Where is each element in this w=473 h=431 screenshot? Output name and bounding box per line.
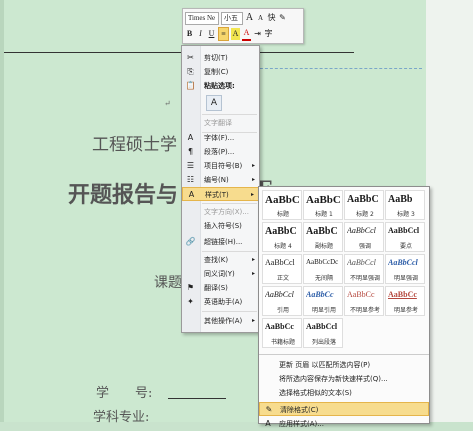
style-cell[interactable]: AaBbCcl 正文 <box>262 254 302 284</box>
menu-item-insert-symbol[interactable]: 插入符号(S) <box>182 219 259 233</box>
submenu-arrow-icon: ▸ <box>251 162 255 169</box>
submenu-arrow-icon: ▸ <box>251 317 255 324</box>
header-boundary <box>250 68 422 69</box>
highlight-button[interactable]: A <box>231 28 240 40</box>
style-cell[interactable]: AaBb 标题 3 <box>385 190 425 220</box>
menu-item-bullets[interactable]: ☰ 项目符号(B) ▸ <box>182 159 259 173</box>
update-heading-style-item[interactable]: 更新 页眉 以匹配所选内容(P) <box>259 358 429 372</box>
doc-title-line[interactable]: 开题报告与 <box>68 177 178 209</box>
doc-subject-label[interactable]: 课题 <box>154 272 182 292</box>
clipboard-icon: 📋 <box>185 81 196 90</box>
bold-button[interactable]: B <box>185 28 194 40</box>
menu-item-copy[interactable]: ⎘ 复制(C) <box>182 65 259 79</box>
menu-item-lookup[interactable]: 查找(K) ▸ <box>182 253 259 267</box>
submenu-arrow-icon: ▸ <box>251 256 255 263</box>
phonetic-guide-button[interactable]: 字 <box>264 28 273 40</box>
styles-icon: A <box>188 190 195 199</box>
numbering-icon: ☷ <box>186 175 195 184</box>
bullets-icon: ☰ <box>186 161 195 170</box>
style-cell[interactable]: AaBbC 标题 4 <box>262 222 302 252</box>
paragraph-icon: ¶ <box>187 147 194 156</box>
menu-item-text-direction: 文字方向(X)... <box>204 208 249 216</box>
scissors-icon: ✂ <box>187 53 194 62</box>
eraser-icon: ✎ <box>265 405 273 414</box>
hyperlink-icon: 🔗 <box>185 237 196 246</box>
menu-item-font[interactable]: A 字体(F)... <box>182 131 259 145</box>
select-similar-text-item[interactable]: 选择格式相似的文本(S) <box>259 386 429 400</box>
menu-item-translate-text: 文字翻译 <box>204 119 232 127</box>
grow-font-button[interactable]: A <box>245 12 254 24</box>
menu-item-translate[interactable]: ⚑ 翻译(S) <box>182 281 259 295</box>
context-menu: ✂ 剪切(T) ⎘ 复制(C) 📋 粘贴选项: A 文字翻译 A 字体(F)... ¶ 段… <box>181 45 260 333</box>
style-cell[interactable]: AaBbCcl 明显强调 <box>385 254 425 284</box>
center-align-button[interactable]: ≡ <box>218 27 229 41</box>
style-cell[interactable]: AaBbCc 不明显参考 <box>344 286 384 316</box>
style-cell[interactable]: AaBbCcl 列出段落 <box>303 318 343 348</box>
submenu-arrow-icon: ▸ <box>250 191 254 198</box>
font-icon: A <box>187 133 194 142</box>
menu-item-english-assistant[interactable]: ✦ 英语助手(A) <box>182 295 259 309</box>
indent-icon[interactable]: ⇥ <box>253 28 262 40</box>
style-cell[interactable]: AaBbC 标题 1 <box>303 190 343 220</box>
menu-item-paragraph[interactable]: ¶ 段落(P)... <box>182 145 259 159</box>
style-cell[interactable]: AaBbC 标题 2 <box>344 190 384 220</box>
translate-icon: ⚑ <box>186 283 195 292</box>
font-color-button[interactable]: A <box>242 27 251 41</box>
font-size-box[interactable]: 小五 <box>221 11 243 25</box>
doc-heading-line1[interactable]: 工程硕士学 <box>92 130 177 155</box>
menu-item-numbering[interactable]: ☷ 编号(N) ▸ <box>182 173 259 187</box>
submenu-arrow-icon: ▸ <box>251 270 255 277</box>
style-cell[interactable]: AaBbCcDc 无间隔 <box>303 254 343 284</box>
menu-separator <box>202 114 257 115</box>
gallery-separator <box>259 354 429 355</box>
format-painter-icon[interactable]: ✎ <box>278 12 287 24</box>
menu-separator <box>202 251 257 252</box>
menu-item-other-actions[interactable]: 其他操作(A) ▸ <box>182 314 259 328</box>
apply-styles-item[interactable]: A 应用样式(A)... <box>259 417 429 431</box>
assistant-icon: ✦ <box>187 297 194 306</box>
style-cell[interactable]: AaBbCcl 引用 <box>262 286 302 316</box>
shrink-font-button[interactable]: A <box>256 12 265 24</box>
mini-toolbar: Times Ne 小五 A A 快 ✎ B I U ≡ A A ⇥ 字 <box>182 8 304 44</box>
italic-button[interactable]: I <box>196 28 205 40</box>
menu-item-hyperlink[interactable]: 🔗 超链接(H)... <box>182 235 259 249</box>
submenu-arrow-icon: ▸ <box>251 176 255 183</box>
paste-keep-text-icon[interactable]: A <box>206 95 222 111</box>
paragraph-mark: ↵ <box>164 99 171 108</box>
style-cell[interactable]: AaBbCc 书籍标题 <box>262 318 302 348</box>
style-cell[interactable]: AaBbCc 明显引用 <box>303 286 343 316</box>
clear-formatting-item[interactable]: ✎ 清除格式(C) <box>259 402 429 416</box>
window-background <box>426 0 473 422</box>
field-underline <box>168 398 226 399</box>
mini-toolbar-row-font: Times Ne 小五 A A 快 ✎ <box>185 11 287 25</box>
mini-toolbar-row-format: B I U ≡ A A ⇥ 字 <box>185 27 273 41</box>
menu-separator <box>202 203 257 204</box>
header-rule <box>4 52 354 53</box>
menu-item-styles[interactable]: A 样式(T) ▸ <box>182 187 259 201</box>
styles-submenu: AaBbC 标题 AaBbC 标题 1 AaBbC 标题 2 AaBb 标题 3 AaB… <box>258 186 430 428</box>
style-cell[interactable]: AaBbCcl 不明显强调 <box>344 254 384 284</box>
style-cell[interactable]: AaBbC 标题 <box>262 190 302 220</box>
clear-format-button[interactable]: 快 <box>267 12 276 24</box>
style-cell[interactable]: AaBbC 副标题 <box>303 222 343 252</box>
menu-item-synonyms[interactable]: 同义词(Y) ▸ <box>182 267 259 281</box>
style-cell[interactable]: AaBbCcl 强调 <box>344 222 384 252</box>
style-cell[interactable]: AaBbCcl 要点 <box>385 222 425 252</box>
underline-button[interactable]: U <box>207 28 216 40</box>
menu-separator <box>202 311 257 312</box>
menu-item-cut[interactable]: ✂ 剪切(T) <box>182 51 259 65</box>
style-cell[interactable]: AaBbCc 明显参考 <box>385 286 425 316</box>
font-name-box[interactable]: Times Ne <box>185 11 219 25</box>
doc-field-student-id[interactable]: 学 号: <box>96 382 152 401</box>
copy-icon: ⎘ <box>187 67 194 76</box>
doc-field-major[interactable]: 学科专业: <box>93 406 149 425</box>
apply-styles-icon: A <box>265 419 271 428</box>
save-quick-style-item[interactable]: 将所选内容保存为新快速样式(Q)... <box>259 372 429 386</box>
menu-item-paste-options: 📋 粘贴选项: <box>185 81 235 90</box>
